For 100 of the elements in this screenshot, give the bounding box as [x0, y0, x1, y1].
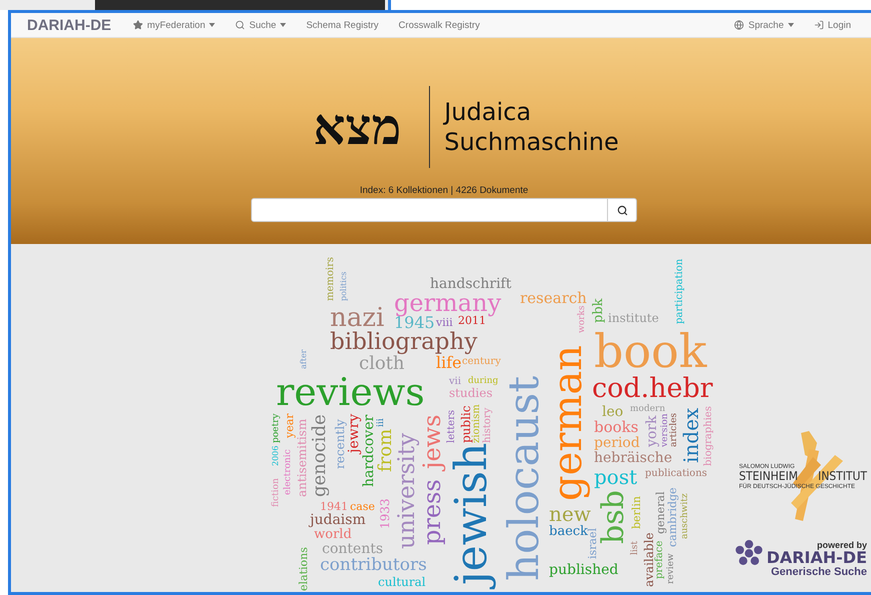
- cloud-word[interactable]: studies: [447, 387, 494, 399]
- cloud-word[interactable]: during: [466, 377, 500, 386]
- cloud-word[interactable]: general: [655, 490, 666, 536]
- cloud-word[interactable]: york: [645, 413, 659, 449]
- cloud-word[interactable]: hebräische: [592, 451, 674, 465]
- cloud-word[interactable]: letters: [447, 408, 457, 445]
- cloud-word[interactable]: judaism: [308, 513, 368, 527]
- cloud-word[interactable]: public: [460, 404, 472, 445]
- nav-link[interactable]: Login: [814, 20, 851, 30]
- cloud-word[interactable]: case: [348, 501, 377, 512]
- cloud-word[interactable]: genocide: [311, 412, 329, 499]
- cloud-word[interactable]: books: [592, 420, 640, 435]
- nav-link[interactable]: myFederation: [133, 20, 216, 30]
- cloud-word[interactable]: germany: [392, 291, 504, 315]
- nav-link[interactable]: Schema Registry: [306, 20, 379, 30]
- brand-link[interactable]: DARIAH-DE: [27, 16, 112, 34]
- nav-link[interactable]: Crosswalk Registry: [398, 20, 480, 30]
- cloud-word[interactable]: leo: [600, 405, 626, 419]
- cloud-word[interactable]: university: [396, 431, 419, 551]
- caret-icon: [280, 23, 286, 27]
- cloud-word[interactable]: post: [592, 467, 640, 487]
- cloud-word[interactable]: bsb: [599, 488, 629, 546]
- globe-icon: [734, 20, 744, 30]
- cloud-word[interactable]: 2011: [456, 315, 488, 326]
- cloud-word[interactable]: cloth: [357, 355, 407, 373]
- cloud-word[interactable]: from: [377, 426, 395, 474]
- cloud-word[interactable]: recently: [334, 417, 346, 471]
- cloud-word[interactable]: articles: [670, 410, 679, 449]
- dariah-logo-text: DARIAH-DE: [766, 550, 867, 566]
- cloud-word[interactable]: contents: [320, 542, 386, 556]
- cloud-word[interactable]: review: [667, 551, 676, 586]
- search-field[interactable]: [251, 198, 608, 222]
- nav-link[interactable]: Suche: [235, 20, 286, 30]
- cloud-word[interactable]: 2006: [272, 444, 280, 468]
- cloud-word[interactable]: zionism: [472, 402, 482, 445]
- cloud-word[interactable]: modern: [628, 405, 668, 414]
- cloud-word[interactable]: cambridge: [667, 485, 678, 549]
- cloud-word[interactable]: handschrift: [428, 277, 514, 291]
- cloud-word[interactable]: index: [681, 406, 701, 465]
- cloud-word[interactable]: vii: [447, 377, 464, 387]
- cloud-word[interactable]: german: [548, 343, 588, 503]
- cloud-word[interactable]: published: [547, 563, 620, 577]
- cloud-word[interactable]: fiction: [272, 476, 281, 509]
- cloud-word[interactable]: available: [643, 530, 655, 589]
- cloud-word[interactable]: version: [661, 412, 670, 449]
- cloud-word[interactable]: berlin: [631, 494, 642, 531]
- cloud-word[interactable]: jewry: [347, 412, 361, 455]
- cloud-word[interactable]: after: [300, 347, 308, 371]
- cloud-word[interactable]: antisemitism: [296, 416, 308, 499]
- cloud-word[interactable]: pbk: [592, 296, 605, 325]
- nav-link[interactable]: Sprache: [734, 20, 794, 30]
- cloud-word[interactable]: new: [547, 504, 593, 524]
- search-button[interactable]: [608, 198, 637, 222]
- cloud-word[interactable]: israel: [587, 526, 598, 561]
- cloud-word[interactable]: year: [284, 411, 295, 440]
- cloud-word[interactable]: reviews: [274, 373, 427, 411]
- cloud-word[interactable]: electronic: [284, 447, 293, 497]
- login-icon: [814, 20, 824, 30]
- logo-text: STEINHEIM: [739, 470, 798, 484]
- cloud-word[interactable]: book: [592, 328, 709, 374]
- cloud-word[interactable]: history: [483, 406, 493, 445]
- flower-logo-icon: [734, 539, 764, 566]
- index-info: Index: 6 Kollektionen | 4226 Dokumente: [360, 185, 528, 196]
- hebrew-logo: מצא: [313, 102, 402, 152]
- cloud-word[interactable]: jews: [420, 412, 444, 471]
- cloud-word[interactable]: institute: [606, 312, 661, 324]
- cloud-word[interactable]: publications: [643, 469, 710, 479]
- cloud-word[interactable]: memoirs: [326, 254, 336, 303]
- cloud-word[interactable]: 1933: [379, 496, 391, 531]
- cloud-word[interactable]: works: [578, 304, 587, 335]
- search-icon: [235, 20, 246, 30]
- cloud-word[interactable]: holocaust: [503, 374, 545, 583]
- cloud-word[interactable]: contributors: [318, 557, 429, 574]
- cloud-word[interactable]: nazi: [328, 305, 386, 331]
- cloud-word[interactable]: poetry: [272, 411, 281, 445]
- cloud-word[interactable]: period: [592, 436, 642, 450]
- cloud-word[interactable]: world: [312, 528, 354, 541]
- cloud-word[interactable]: 1945: [392, 315, 437, 331]
- cloud-word[interactable]: list: [631, 539, 640, 557]
- cloud-word[interactable]: press: [420, 477, 444, 547]
- cloud-word[interactable]: cultural: [376, 576, 428, 588]
- cloud-word[interactable]: iii: [377, 416, 386, 429]
- search-icon: [616, 204, 628, 216]
- caret-icon: [209, 23, 216, 27]
- cloud-word[interactable]: viii: [434, 317, 455, 328]
- site-title: Judaica: [444, 97, 532, 127]
- logo-subtitle: Generische Suche: [771, 566, 867, 578]
- cloud-word[interactable]: research: [518, 291, 589, 306]
- cloud-word[interactable]: hardcover: [362, 412, 376, 489]
- powered-by-text: powered by: [816, 540, 867, 550]
- cloud-word[interactable]: elations: [298, 545, 309, 592]
- cloud-word[interactable]: participation: [675, 256, 685, 326]
- cloud-word[interactable]: preface: [655, 538, 665, 581]
- cloud-word[interactable]: biographies: [704, 404, 714, 468]
- cloud-word[interactable]: cod.hebr: [590, 375, 715, 402]
- cloud-word[interactable]: auschwitz: [681, 491, 690, 541]
- cloud-word[interactable]: bibliography: [328, 331, 480, 354]
- cloud-word[interactable]: politics: [340, 270, 348, 303]
- cloud-word[interactable]: 1941: [318, 501, 350, 512]
- caret-icon: [788, 23, 794, 27]
